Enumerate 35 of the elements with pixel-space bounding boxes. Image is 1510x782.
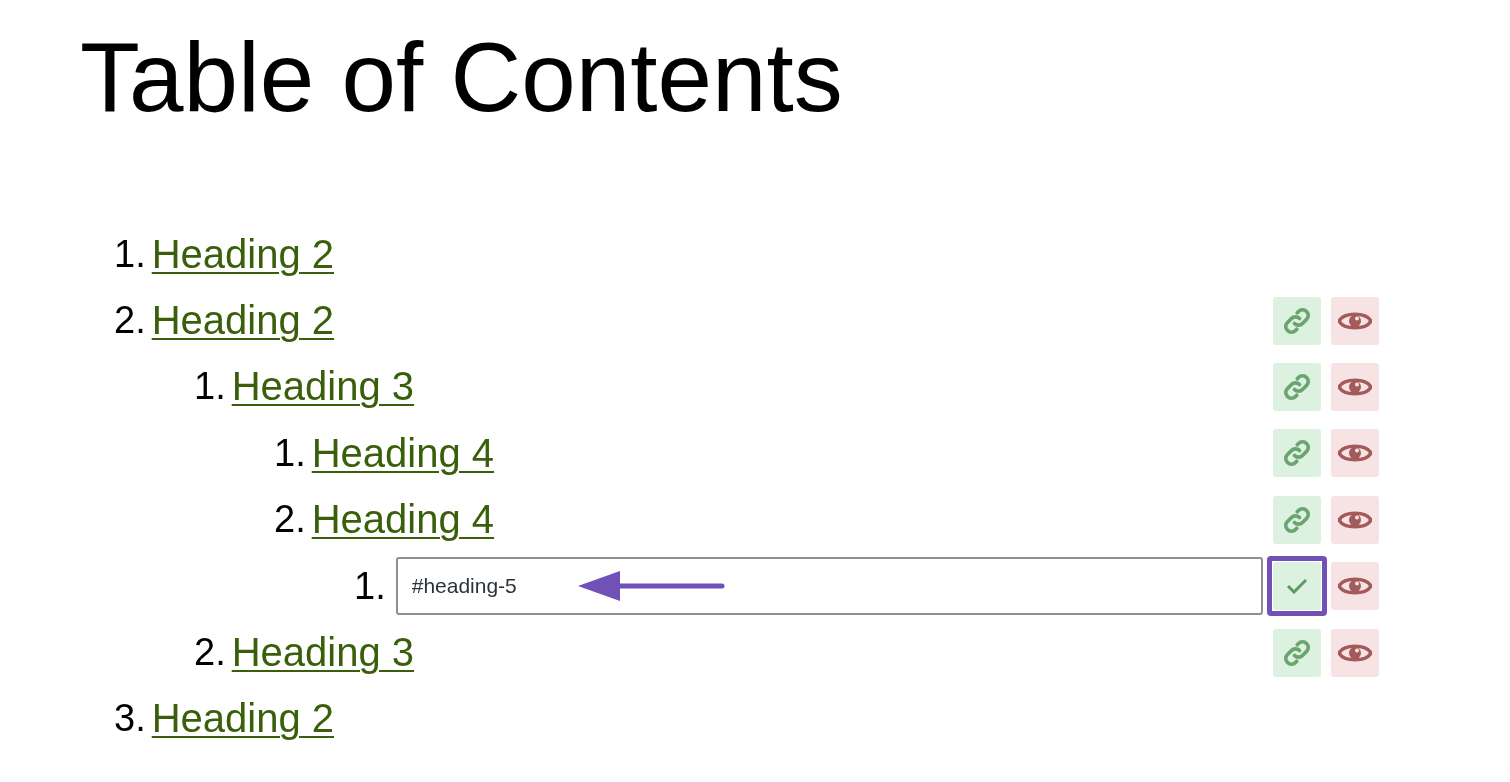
list-number: 3. [114, 697, 146, 741]
heading-link[interactable]: Heading 3 [231, 364, 415, 410]
preview-button[interactable] [1331, 429, 1379, 478]
link-button[interactable] [1273, 362, 1321, 411]
heading-link[interactable]: Heading 2 [151, 231, 335, 277]
heading-link[interactable]: Heading 3 [231, 630, 415, 676]
check-icon [1286, 578, 1308, 595]
link-icon [1282, 438, 1312, 469]
preview-button[interactable] [1331, 296, 1379, 345]
list-number: 2. [274, 498, 306, 542]
link-button[interactable] [1273, 628, 1321, 677]
heading-link[interactable]: Heading 4 [311, 430, 495, 476]
link-icon [1282, 504, 1312, 535]
link-icon [1282, 371, 1312, 402]
preview-button[interactable] [1331, 562, 1379, 611]
link-icon [1282, 637, 1312, 668]
link-icon [1282, 305, 1312, 336]
link-button[interactable] [1273, 495, 1321, 544]
preview-button[interactable] [1331, 628, 1379, 677]
page-title: Table of Contents [80, 22, 844, 132]
heading-link[interactable]: Heading 4 [311, 497, 495, 543]
preview-button[interactable] [1331, 362, 1379, 411]
heading-link[interactable]: Heading 2 [151, 298, 335, 344]
heading-link[interactable]: Heading 2 [151, 696, 335, 742]
list-number: 1. [274, 431, 306, 475]
list-number: 1. [114, 232, 146, 276]
list-number: 2. [114, 299, 146, 343]
link-button[interactable] [1273, 296, 1321, 345]
list-number: 2. [194, 631, 226, 675]
list-number: 1. [354, 564, 386, 608]
list-number: 1. [194, 365, 226, 409]
preview-button[interactable] [1331, 495, 1379, 544]
anchor-field[interactable]: #heading-5 [395, 557, 1263, 616]
confirm-button[interactable] [1273, 562, 1321, 611]
link-button[interactable] [1273, 429, 1321, 478]
